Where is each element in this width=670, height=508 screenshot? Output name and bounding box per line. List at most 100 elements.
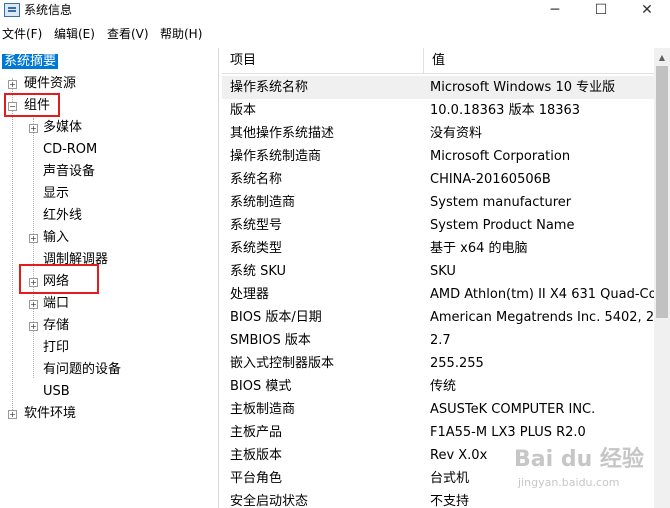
baidu-watermark: Bai du 经验 jingyan.baidu.com — [514, 446, 652, 496]
cell-item: 操作系统名称 — [230, 80, 309, 95]
tree-item-label: 系统摘要 — [2, 54, 59, 69]
cell-item: 系统制造商 — [230, 195, 296, 210]
tree-item-label: 硬件资源 — [24, 76, 77, 91]
menu-file[interactable]: 文件(F) — [2, 26, 42, 42]
cell-item: 主板产品 — [230, 425, 283, 440]
tree-item-display[interactable]: 显示 — [43, 184, 69, 204]
highlight-box-network — [19, 264, 99, 294]
cell-value: American Megatrends Inc. 5402, 20 — [430, 310, 654, 325]
cell-item: 系统名称 — [230, 172, 283, 187]
watermark-logo-text: Bai du 经验 — [514, 447, 644, 472]
tree-item-sound-device[interactable]: 声音设备 — [43, 162, 95, 182]
vertical-scrollbar[interactable]: ▲ — [654, 48, 670, 508]
menu-bar: 文件(F) 编辑(E) 查看(V) 帮助(H) — [0, 24, 670, 44]
window-title: 系统信息 — [24, 3, 73, 17]
table-row[interactable]: BIOS 版本/日期 American Megatrends Inc. 5402,… — [222, 306, 654, 329]
cell-value: Microsoft Corporation — [430, 149, 571, 164]
expand-icon[interactable]: + — [29, 234, 38, 243]
cell-value: CHINA-20160506B — [430, 172, 551, 187]
cell-item: 其他操作系统描述 — [230, 126, 335, 141]
cell-value: SKU — [430, 264, 456, 279]
tree-item-usb[interactable]: USB — [43, 382, 70, 402]
table-row[interactable]: 操作系统名称 Microsoft Windows 10 专业版 — [222, 76, 654, 99]
menu-view[interactable]: 查看(V) — [107, 26, 149, 42]
table-row[interactable]: 操作系统制造商 Microsoft Corporation — [222, 145, 654, 168]
cell-item: 操作系统制造商 — [230, 149, 322, 164]
tree-item-label: 软件环境 — [24, 406, 77, 421]
table-row[interactable]: 主板制造商 ASUSTeK COMPUTER INC. — [222, 398, 654, 421]
tree-item-cd-rom[interactable]: CD-ROM — [43, 140, 97, 160]
tree-item-infrared[interactable]: 红外线 — [43, 206, 82, 226]
cell-item: 主板制造商 — [230, 402, 296, 417]
tree-item-hardware-resources[interactable]: + 硬件资源 — [8, 74, 208, 94]
menu-edit[interactable]: 编辑(E) — [54, 26, 95, 42]
expand-icon[interactable]: + — [29, 300, 38, 309]
table-row[interactable]: 系统制造商 System manufacturer — [222, 191, 654, 214]
table-row[interactable]: 处理器 AMD Athlon(tm) II X4 631 Quad-Co — [222, 283, 654, 306]
table-row[interactable]: BIOS 模式 传统 — [222, 375, 654, 398]
cell-item: 处理器 — [230, 287, 270, 302]
cell-value: 10.0.18363 版本 18363 — [430, 103, 581, 118]
tree-item-label: 存储 — [43, 318, 70, 333]
table-row[interactable]: 系统名称 CHINA-20160506B — [222, 168, 654, 191]
cell-item: 主板版本 — [230, 448, 283, 463]
cell-value: 255.255 — [430, 356, 484, 371]
table-row[interactable]: 系统类型 基于 x64 的电脑 — [222, 237, 654, 260]
cell-item: BIOS 版本/日期 — [230, 310, 322, 325]
table-row[interactable]: 其他操作系统描述 没有资料 — [222, 122, 654, 145]
cell-item: 嵌入式控制器版本 — [230, 356, 335, 371]
cell-value: F1A55-M LX3 PLUS R2.0 — [430, 425, 586, 440]
cell-value: Microsoft Windows 10 专业版 — [430, 80, 616, 95]
tree-item-storage[interactable]: + 存储 — [29, 316, 209, 336]
watermark-url: jingyan.baidu.com — [518, 476, 620, 489]
tree-line — [33, 118, 34, 378]
minimize-button[interactable]: ─ — [532, 0, 578, 22]
tree-item-ports[interactable]: + 端口 — [29, 294, 209, 314]
scroll-up-icon[interactable]: ▲ — [654, 50, 670, 66]
cell-value: System manufacturer — [430, 195, 572, 210]
expand-icon[interactable]: + — [29, 322, 38, 331]
table-row[interactable]: 主板产品 F1A55-M LX3 PLUS R2.0 — [222, 421, 654, 444]
cell-item: 版本 — [230, 103, 257, 118]
tree-item-label: 多媒体 — [43, 120, 83, 135]
scroll-thumb[interactable] — [656, 66, 668, 318]
tree-item-software-environment[interactable]: + 软件环境 — [8, 404, 208, 424]
cell-item: 系统类型 — [230, 241, 283, 256]
cell-value: 传统 — [430, 379, 457, 394]
table-row[interactable]: 嵌入式控制器版本 255.255 — [222, 352, 654, 375]
title-bar: 系统信息 ─ ☐ ✕ — [0, 0, 670, 22]
system-info-app-icon — [4, 3, 20, 17]
tree-line — [12, 78, 13, 414]
expand-icon[interactable]: + — [8, 80, 17, 89]
close-button[interactable]: ✕ — [624, 0, 670, 22]
cell-item: 系统型号 — [230, 218, 283, 233]
tree-item-printing[interactable]: 打印 — [43, 338, 69, 358]
tree-item-label: 输入 — [43, 230, 70, 245]
table-row[interactable]: SMBIOS 版本 2.7 — [222, 329, 654, 352]
expand-icon[interactable]: + — [8, 410, 17, 419]
expand-icon[interactable]: + — [29, 124, 38, 133]
maximize-button[interactable]: ☐ — [578, 0, 624, 22]
tree-item-problem-devices[interactable]: 有问题的设备 — [43, 360, 121, 380]
tree-item-multimedia[interactable]: + 多媒体 — [29, 118, 209, 138]
cell-value: System Product Name — [430, 218, 575, 233]
cell-value: 没有资料 — [430, 126, 483, 141]
table-row[interactable]: 系统型号 System Product Name — [222, 214, 654, 237]
tree-item-system-summary[interactable]: 系统摘要 — [2, 52, 59, 72]
tree-item-input[interactable]: + 输入 — [29, 228, 209, 248]
category-tree: 系统摘要 + 硬件资源 − 组件 + 多媒体 CD-ROM 声音设备 显示 红外… — [0, 48, 219, 508]
cell-value: ASUSTeK COMPUTER INC. — [430, 402, 596, 417]
menu-help[interactable]: 帮助(H) — [160, 26, 202, 42]
cell-item: 安全启动状态 — [230, 494, 309, 508]
details-list: 项目 值 操作系统名称 Microsoft Windows 10 专业版版本 10.… — [222, 48, 654, 508]
tree-item-label: 端口 — [43, 296, 70, 311]
column-header-item[interactable]: 项目 — [222, 48, 424, 74]
table-row[interactable]: 系统 SKU SKU — [222, 260, 654, 283]
column-header-value[interactable]: 值 — [424, 48, 654, 74]
cell-item: 系统 SKU — [230, 264, 287, 279]
cell-value: 基于 x64 的电脑 — [430, 241, 528, 256]
cell-value: 2.7 — [430, 333, 451, 348]
highlight-box-components — [4, 93, 60, 117]
table-row[interactable]: 版本 10.0.18363 版本 18363 — [222, 99, 654, 122]
cell-value: AMD Athlon(tm) II X4 631 Quad-Co — [430, 287, 654, 302]
